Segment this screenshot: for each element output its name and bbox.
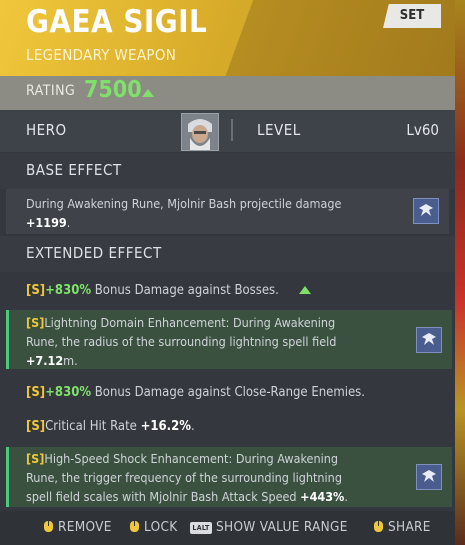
mouse-key-icon bbox=[374, 521, 383, 532]
lock-button[interactable]: LOCK bbox=[128, 519, 178, 535]
rating-value: 7500 bbox=[84, 77, 142, 103]
base-effect-heading: BASE EFFECT bbox=[0, 153, 455, 189]
tier-badge: [S] bbox=[26, 315, 45, 330]
extended-effect-row: [S]Lightning Domain Enhancement: During … bbox=[6, 310, 452, 369]
base-effect-row: During Awakening Rune, Mjolnir Bash proj… bbox=[6, 189, 449, 234]
effect-up-arrow-icon bbox=[299, 286, 311, 294]
action-footer: REMOVE LOCK LALT SHOW VALUE RANGE SHARE bbox=[0, 511, 455, 545]
tier-badge: [S] bbox=[26, 419, 46, 434]
level-label: LEVEL bbox=[257, 121, 301, 139]
divider bbox=[231, 119, 233, 141]
hero-portrait-avatar[interactable] bbox=[181, 113, 219, 151]
extended-effect-heading: EXTENDED EFFECT bbox=[0, 236, 455, 272]
rating-row: RATING 7500 bbox=[0, 76, 455, 110]
item-name: GAEA SIGIL bbox=[26, 4, 208, 40]
lalt-key-icon: LALT bbox=[190, 522, 212, 534]
item-category: LEGENDARY WEAPON bbox=[26, 46, 177, 64]
rating-up-arrow-icon bbox=[142, 89, 154, 97]
set-tag-button[interactable]: SET bbox=[383, 4, 441, 28]
remove-button[interactable]: REMOVE bbox=[42, 519, 112, 535]
lightning-hammer-icon bbox=[416, 464, 442, 490]
base-effect-text: During Awakening Rune, Mjolnir Bash proj… bbox=[26, 196, 342, 230]
item-header: GAEA SIGIL LEGENDARY WEAPON SET bbox=[0, 0, 455, 76]
hero-label: HERO bbox=[26, 121, 67, 139]
share-button[interactable]: SHARE bbox=[372, 519, 431, 535]
extended-effect-row: [S]+830% Bonus Damage against Close-Rang… bbox=[26, 385, 365, 400]
extended-effect-row: [S]Critical Hit Rate +16.2%. bbox=[26, 419, 195, 434]
item-detail-card: GAEA SIGIL LEGENDARY WEAPON SET RATING 7… bbox=[0, 0, 455, 545]
extended-effect-row: [S]High-Speed Shock Enhancement: During … bbox=[6, 447, 452, 507]
rating-label: RATING bbox=[26, 83, 76, 99]
lightning-hammer-icon bbox=[413, 198, 439, 224]
background-edge bbox=[455, 0, 465, 545]
tier-badge: [S] bbox=[26, 385, 46, 400]
lightning-hammer-icon bbox=[416, 327, 442, 353]
tier-badge: [S] bbox=[26, 451, 45, 466]
show-value-range-button[interactable]: LALT SHOW VALUE RANGE bbox=[190, 519, 348, 535]
extended-effect-row: [S]+830% Bonus Damage against Bosses. bbox=[6, 277, 449, 305]
tier-badge: [S] bbox=[26, 283, 46, 298]
mouse-key-icon bbox=[130, 521, 139, 532]
level-value: Lv60 bbox=[406, 121, 439, 139]
mouse-key-icon bbox=[44, 521, 53, 532]
hero-row: HERO LEVEL Lv60 bbox=[0, 110, 455, 152]
